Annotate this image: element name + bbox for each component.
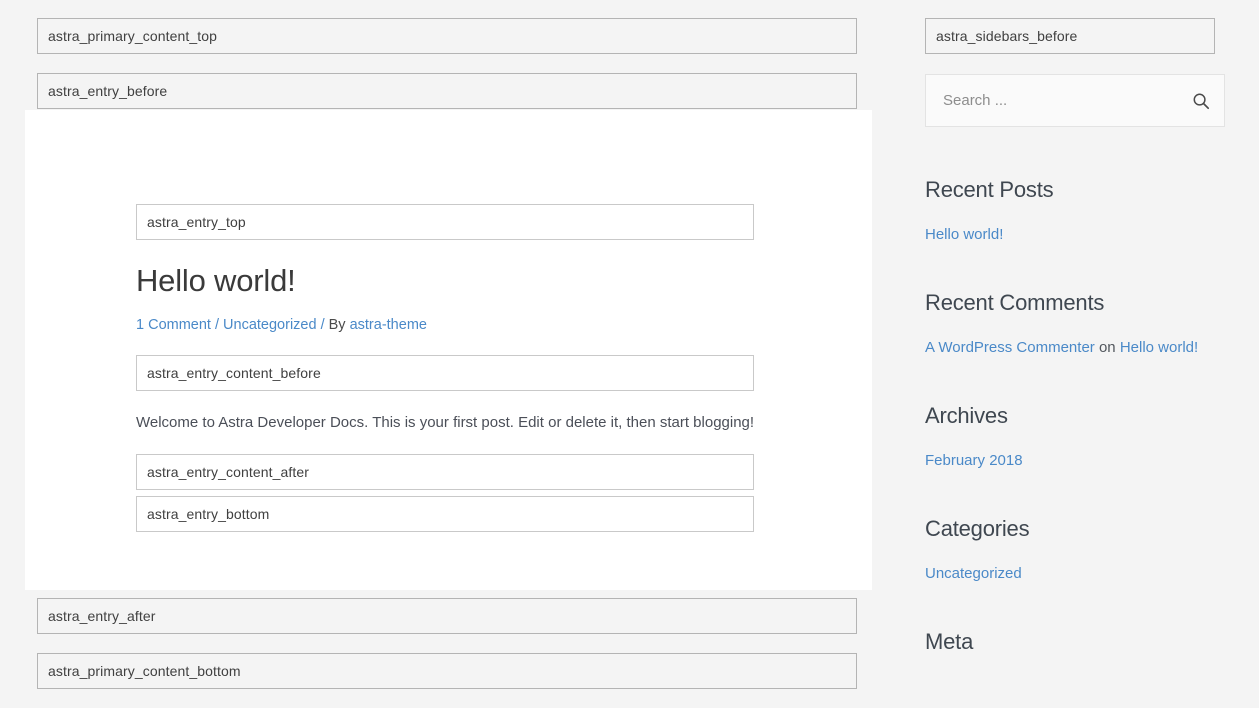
- categories-list: Uncategorized: [925, 563, 1225, 586]
- search-widget[interactable]: [925, 74, 1225, 127]
- category-link[interactable]: Uncategorized: [925, 565, 1022, 582]
- entry-meta-separator-1: /: [210, 316, 224, 333]
- list-item: A WordPress Commenter on Hello world!: [925, 337, 1225, 360]
- recent-posts-list: Hello world!: [925, 224, 1225, 247]
- entry-content-paragraph: Welcome to Astra Developer Docs. This is…: [136, 414, 755, 432]
- recent-comments-list: A WordPress Commenter on Hello world!: [925, 337, 1225, 360]
- entry-title: Hello world!: [136, 263, 296, 298]
- hook-astra-entry-after: astra_entry_after: [37, 598, 857, 634]
- primary-content-bottom-column: astra_entry_after astra_primary_content_…: [25, 598, 872, 689]
- hook-astra-sidebars-before: astra_sidebars_before: [925, 18, 1215, 54]
- archives-list: February 2018: [925, 450, 1225, 473]
- widget-title-archives: Archives: [925, 403, 1008, 429]
- widget-title-categories: Categories: [925, 516, 1030, 542]
- entry-meta-by-prefix: By: [328, 316, 346, 333]
- list-item: Uncategorized: [925, 563, 1225, 586]
- entry-meta: 1 Comment / Uncategorized / By astra-the…: [136, 315, 756, 335]
- hook-astra-entry-top: astra_entry_top: [136, 204, 754, 240]
- recent-post-link[interactable]: Hello world!: [925, 226, 1003, 243]
- entry-meta-author-link[interactable]: astra-theme: [350, 317, 427, 333]
- comment-on-word: on: [1098, 338, 1116, 356]
- comment-author-link[interactable]: A WordPress Commenter: [925, 339, 1095, 356]
- hook-astra-primary-content-bottom: astra_primary_content_bottom: [37, 653, 857, 689]
- list-item: February 2018: [925, 450, 1225, 473]
- entry-inner: astra_entry_top Hello world! 1 Comment /…: [136, 204, 756, 533]
- hook-astra-entry-before: astra_entry_before: [37, 73, 857, 109]
- widget-recent-comments: Recent Comments A WordPress Commenter on…: [925, 289, 1225, 359]
- widget-recent-posts: Recent Posts Hello world!: [925, 176, 1225, 246]
- hook-astra-primary-content-top: astra_primary_content_top: [37, 18, 857, 54]
- widget-title-recent-comments: Recent Comments: [925, 290, 1105, 316]
- widget-meta: Meta: [925, 628, 1225, 657]
- sidebar: astra_sidebars_before Recent Posts Hello…: [925, 0, 1225, 657]
- widget-title-meta: Meta: [925, 629, 974, 655]
- list-item: Hello world!: [925, 224, 1225, 247]
- entry-meta-comments-link[interactable]: 1 Comment: [136, 317, 211, 333]
- entry-meta-separator-2: /: [316, 316, 329, 333]
- hook-astra-entry-content-after: astra_entry_content_after: [136, 454, 754, 491]
- hook-astra-entry-content-before: astra_entry_content_before: [136, 355, 754, 392]
- hook-astra-entry-bottom: astra_entry_bottom: [136, 496, 754, 533]
- entry-card: astra_entry_top Hello world! 1 Comment /…: [25, 110, 872, 590]
- comment-post-link[interactable]: Hello world!: [1120, 339, 1198, 356]
- widget-categories: Categories Uncategorized: [925, 515, 1225, 585]
- primary-content-column: astra_primary_content_top astra_entry_be…: [25, 0, 872, 109]
- widget-archives: Archives February 2018: [925, 402, 1225, 472]
- search-input[interactable]: [926, 75, 1224, 126]
- widget-title-recent-posts: Recent Posts: [925, 177, 1054, 202]
- entry-meta-category-link[interactable]: Uncategorized: [223, 317, 317, 333]
- archive-link[interactable]: February 2018: [925, 452, 1023, 469]
- page-root: astra_primary_content_top astra_entry_be…: [0, 0, 1259, 708]
